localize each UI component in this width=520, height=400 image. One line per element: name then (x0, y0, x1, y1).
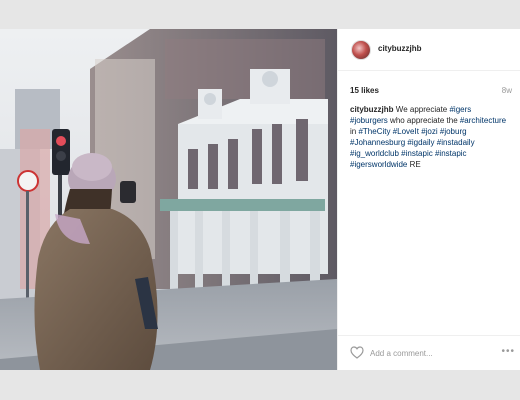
more-options-icon[interactable]: ••• (501, 346, 515, 357)
hashtag-link[interactable]: #instapic (435, 149, 467, 158)
caption-text: who appreciate the (387, 116, 460, 125)
caption-body: We appreciate #igers #joburgers who appr… (350, 105, 506, 169)
likes-count[interactable]: 15 likes (350, 86, 379, 95)
post-timestamp[interactable]: 8w (502, 86, 512, 95)
post-caption: citybuzzjhb We appreciate #igers #joburg… (350, 104, 510, 170)
hashtag-link[interactable]: #joburgers (350, 116, 388, 125)
hashtag-link[interactable]: #Johannesburg (350, 138, 405, 147)
heart-icon[interactable] (350, 346, 364, 359)
caption-text: RE (407, 160, 421, 169)
comment-input[interactable] (370, 345, 490, 361)
hashtag-link[interactable]: #instapic (401, 149, 433, 158)
post-photo[interactable] (0, 29, 337, 370)
post-footer: ••• (338, 335, 520, 370)
hashtag-link[interactable]: #instadaily (437, 138, 475, 147)
hashtag-link[interactable]: #igersworldwide (350, 160, 407, 169)
caption-username[interactable]: citybuzzjhb (350, 105, 394, 114)
hashtag-link[interactable]: #ig_worldclub (350, 149, 399, 158)
hashtag-link[interactable]: #joburg (440, 127, 467, 136)
instagram-post: citybuzzjhb 15 likes 8w citybuzzjhb We a… (0, 29, 520, 370)
hashtag-link[interactable]: #TheCity (358, 127, 390, 136)
photo-illustration (0, 29, 337, 370)
header-username[interactable]: citybuzzjhb (378, 44, 422, 53)
hashtag-link[interactable]: #architecture (460, 116, 506, 125)
hashtag-link[interactable]: #igers (449, 105, 471, 114)
hashtag-link[interactable]: #igdaily (407, 138, 434, 147)
post-header: citybuzzjhb (338, 29, 520, 71)
avatar[interactable] (351, 40, 371, 60)
caption-text: We appreciate (395, 105, 450, 114)
hashtag-link[interactable]: #jozi (421, 127, 437, 136)
post-sidebar: citybuzzjhb 15 likes 8w citybuzzjhb We a… (337, 29, 520, 370)
hashtag-link[interactable]: #LoveIt (393, 127, 419, 136)
